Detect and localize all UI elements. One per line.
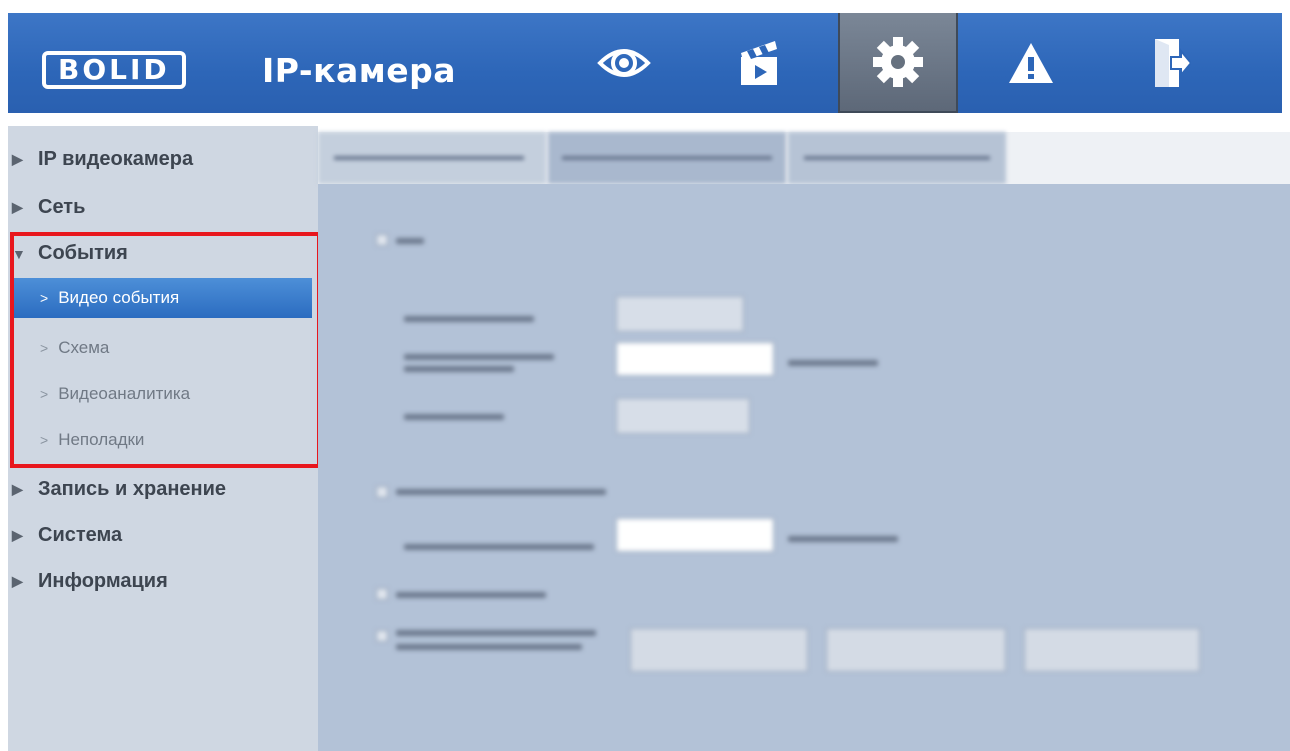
bolid-logo: BOLID <box>42 50 242 90</box>
nav-playback-button[interactable] <box>699 13 819 113</box>
sidebar-item-ip-camera[interactable]: ▶ IP видеокамера <box>12 148 193 171</box>
logo-text: BOLID <box>42 51 186 89</box>
nav-settings-button[interactable] <box>838 13 958 113</box>
clapperboard-icon <box>741 41 777 85</box>
snapshot-checkbox[interactable] <box>376 588 388 600</box>
chevron-right-icon: > <box>40 340 49 356</box>
tab-1[interactable] <box>318 132 546 184</box>
sidebar-item-events[interactable]: ▼ События <box>12 242 128 265</box>
save-button[interactable] <box>1024 628 1200 672</box>
tab-3[interactable] <box>788 132 1006 184</box>
sidebar-item-network[interactable]: ▶ Сеть <box>12 196 85 219</box>
gear-icon <box>873 37 923 87</box>
sidebar-item-label: События <box>38 242 128 264</box>
nav-alarm-button[interactable] <box>971 13 1091 113</box>
nav-live-view-button[interactable] <box>564 13 684 113</box>
sidebar-item-system[interactable]: ▶ Система <box>12 524 122 547</box>
chevron-right-icon: > <box>40 386 49 402</box>
eye-icon <box>597 49 651 77</box>
sidebar-item-label: Информация <box>38 570 168 592</box>
sidebar-item-label: IP видеокамера <box>38 148 194 170</box>
subitem-label: Неполадки <box>58 430 145 449</box>
triangle-right-icon: ▶ <box>12 573 23 589</box>
sidebar-subitem-video-analytics[interactable]: > Видеоаналитика <box>12 376 312 412</box>
sidebar-item-information[interactable]: ▶ Информация <box>12 570 168 593</box>
tab-2[interactable] <box>548 132 786 184</box>
triangle-down-icon: ▼ <box>12 245 26 262</box>
delay-field[interactable] <box>616 518 774 552</box>
refresh-button[interactable] <box>826 628 1006 672</box>
warning-icon <box>1009 43 1053 83</box>
period-field[interactable] <box>616 342 774 376</box>
sidebar-subitem-faults[interactable]: > Неполадки <box>12 422 312 458</box>
default-button[interactable] <box>630 628 808 672</box>
subitem-label: Схема <box>58 338 110 357</box>
subitem-label: Видеоаналитика <box>58 384 191 403</box>
triangle-right-icon: ▶ <box>12 527 23 543</box>
sidebar-item-recording-storage[interactable]: ▶ Запись и хранение <box>12 478 226 501</box>
alarm-output-checkbox[interactable] <box>376 630 388 642</box>
enable-checkbox[interactable] <box>376 234 388 246</box>
sidebar-subitem-scheme[interactable]: > Схема <box>12 330 312 366</box>
setup-button-2[interactable] <box>616 398 750 434</box>
nav-logout-button[interactable] <box>1111 13 1231 113</box>
sidebar-item-label: Сеть <box>38 196 86 218</box>
triangle-right-icon: ▶ <box>12 199 23 215</box>
exit-icon <box>1155 39 1191 87</box>
sidebar-item-label: Запись и хранение <box>38 478 227 500</box>
chevron-right-icon: > <box>40 290 49 306</box>
subitem-label: Видео события <box>58 288 180 307</box>
triangle-right-icon: ▶ <box>12 481 23 497</box>
setup-button-1[interactable] <box>616 296 744 332</box>
chevron-right-icon: > <box>40 432 49 448</box>
triangle-right-icon: ▶ <box>12 151 23 167</box>
app-title: IP-камера <box>262 51 456 90</box>
sidebar-subitem-video-events[interactable]: > Видео события <box>12 278 312 318</box>
record-checkbox[interactable] <box>376 486 388 498</box>
sidebar-item-label: Система <box>38 524 123 546</box>
top-header: BOLID IP-камера <box>8 13 1282 113</box>
